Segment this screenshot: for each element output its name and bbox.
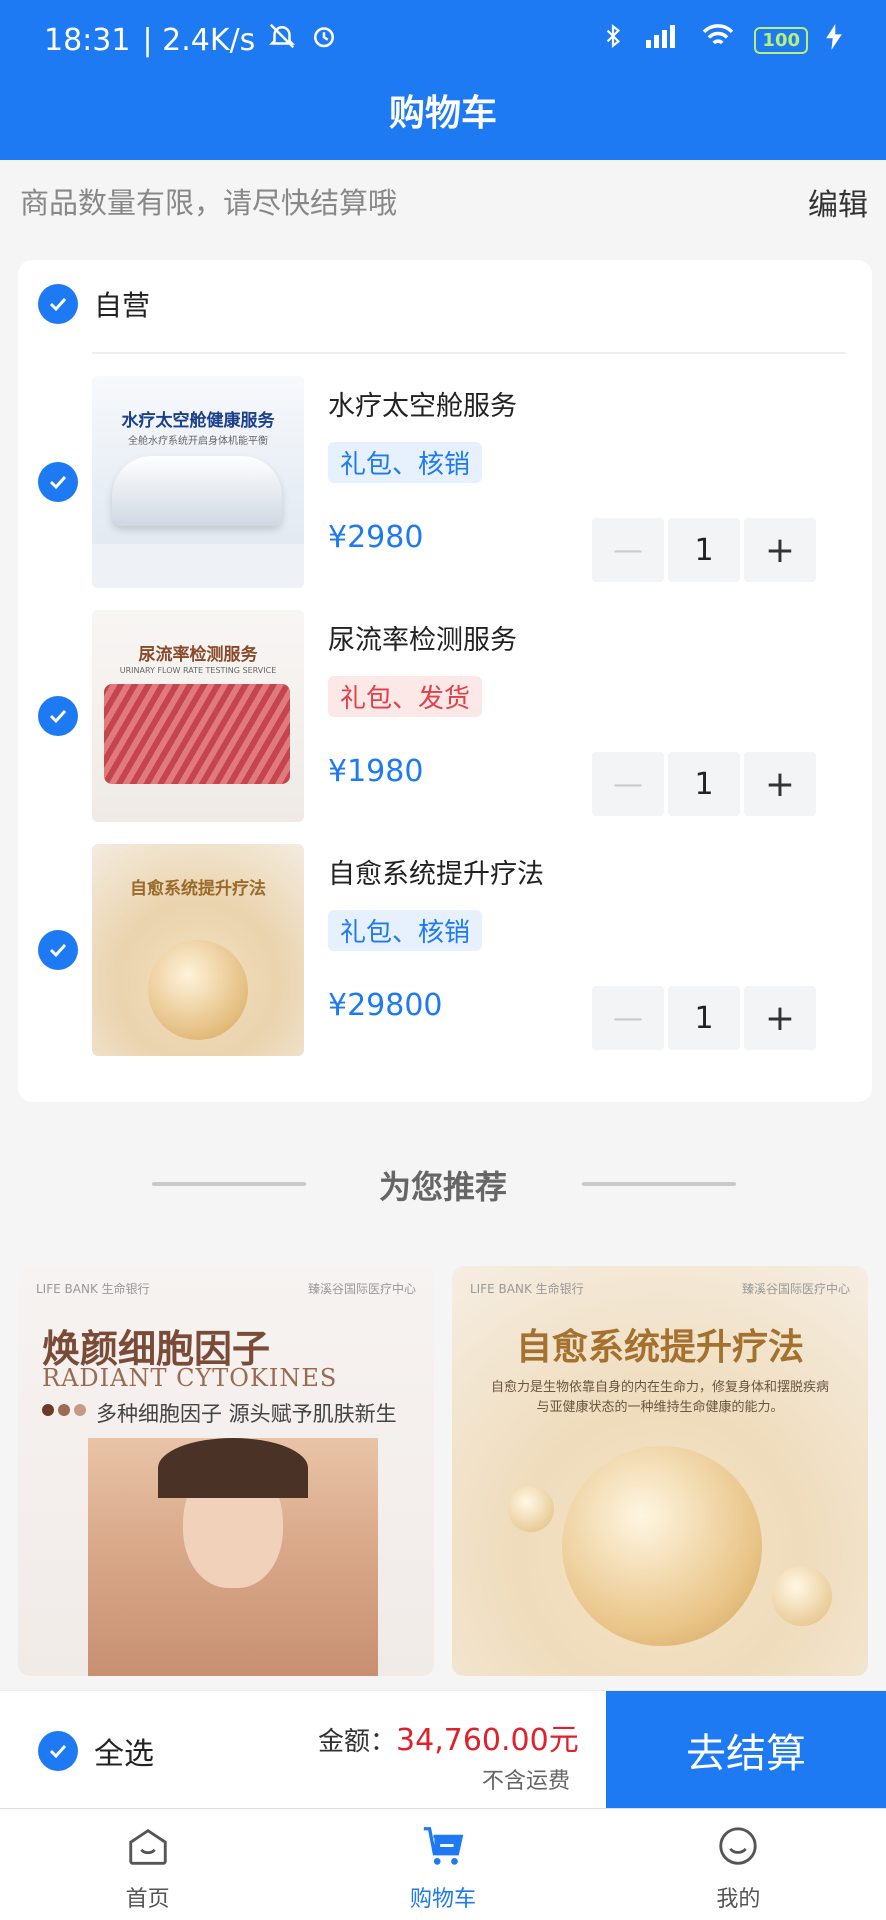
signal-icon [644, 22, 682, 58]
bell-off-icon [267, 21, 297, 59]
decrease-button[interactable]: — [592, 752, 664, 816]
bluetooth-icon [600, 21, 626, 59]
check-icon[interactable] [38, 462, 78, 502]
check-icon[interactable] [38, 284, 78, 324]
spa-capsule-illustration [112, 456, 282, 526]
status-speed: | 2.4K/s [142, 22, 256, 58]
wifi-icon [700, 22, 736, 58]
profile-icon [715, 1823, 761, 1875]
tab-bar: 首页 购物车 我的 [0, 1808, 886, 1920]
select-all[interactable]: 全选 [38, 1729, 154, 1773]
home-icon [125, 1823, 171, 1875]
stock-notice: 商品数量有限，请尽快结算哦 [20, 186, 398, 220]
tab-home[interactable]: 首页 [0, 1809, 295, 1920]
status-time: 18:31 [44, 22, 131, 58]
recommend-card-title: 自愈系统提升疗法 [515, 1327, 804, 1368]
product-image[interactable]: 自愈系统提升疗法 [92, 844, 304, 1056]
recommend-card-desc: 自愈力是生物依靠自身的内在生命力，修复身体和摆脱疾病与亚健康状态的一种维持生命健… [490, 1380, 829, 1415]
check-icon[interactable] [38, 696, 78, 736]
quantity-stepper: — 1 + [592, 752, 816, 816]
thumb-title: 水疗太空舱健康服务 [121, 411, 275, 431]
product-tag: 礼包、核销 [328, 910, 483, 951]
tab-label: 购物车 [409, 1887, 476, 1912]
amount-label: 金额： [318, 1727, 397, 1757]
edit-button[interactable]: 编辑 [808, 180, 868, 224]
checkout-bar: 全选 金额：34,760.00元 不含运费 去结算 [0, 1690, 886, 1809]
decrease-button[interactable]: — [592, 986, 664, 1050]
amount-value: 34,760.00元 [396, 1723, 579, 1758]
thumb-title: 尿流率检测服务 [138, 645, 258, 665]
increase-button[interactable]: + [744, 518, 816, 582]
charging-icon [826, 23, 842, 58]
decrease-button[interactable]: — [592, 518, 664, 582]
brand-logo: LIFE BANK 生命银行 [36, 1282, 150, 1296]
product-name[interactable]: 自愈系统提升疗法 [328, 852, 544, 891]
brand-logo: LIFE BANK 生命银行 [470, 1282, 584, 1296]
cart-item: 水疗太空舱健康服务 全舱水疗系统开启身体机能平衡 水疗太空舱服务 礼包、核销 ¥… [18, 376, 872, 588]
page-title: 购物车 [388, 93, 497, 134]
cart-icon [420, 1823, 466, 1875]
quantity-value[interactable]: 1 [668, 752, 740, 816]
alarm-icon [309, 21, 339, 59]
brand-center: 臻溪谷国际医疗中心 [307, 1282, 416, 1296]
increase-button[interactable]: + [744, 752, 816, 816]
recommend-card[interactable]: LIFE BANK 生命银行 臻溪谷国际医疗中心 焕颜细胞因子 RADIANT … [18, 1266, 434, 1676]
tissue-illustration [104, 684, 290, 784]
quantity-value[interactable]: 1 [668, 518, 740, 582]
header: 18:31 | 2.4K/s 100 购物车 [0, 0, 886, 160]
battery-indicator: 100 [754, 26, 808, 54]
cart-item: 自愈系统提升疗法 自愈系统提升疗法 礼包、核销 ¥29800 — 1 + [18, 844, 872, 1056]
quantity-stepper: — 1 + [592, 518, 816, 582]
product-price: ¥2980 [328, 520, 424, 555]
quantity-stepper: — 1 + [592, 986, 816, 1050]
product-name[interactable]: 水疗太空舱服务 [328, 384, 517, 423]
section-divider-right [582, 1182, 736, 1186]
store-name: 自营 [94, 289, 151, 322]
brand-center: 臻溪谷国际医疗中心 [741, 1282, 850, 1296]
store-row[interactable]: 自营 [38, 284, 150, 324]
recommend-card[interactable]: LIFE BANK 生命银行 臻溪谷国际医疗中心 自愈系统提升疗法 自愈力是生物… [452, 1266, 868, 1676]
recommend-card-desc: 多种细胞因子 源头赋予肌肤新生 [96, 1402, 397, 1426]
bubble-illustration [148, 940, 248, 1040]
cart-card: 自营 水疗太空舱健康服务 全舱水疗系统开启身体机能平衡 水疗太空舱服务 礼包、核… [18, 260, 872, 1102]
dots-decoration [42, 1404, 86, 1416]
status-bar: 18:31 | 2.4K/s 100 [0, 0, 886, 80]
product-image[interactable]: 尿流率检测服务 URINARY FLOW RATE TESTING SERVIC… [92, 610, 304, 822]
check-icon[interactable] [38, 1731, 78, 1771]
quantity-value[interactable]: 1 [668, 986, 740, 1050]
shipping-note: 不含运费 [482, 1769, 571, 1794]
product-price: ¥29800 [328, 988, 443, 1023]
tab-profile[interactable]: 我的 [591, 1809, 886, 1920]
cart-item: 尿流率检测服务 URINARY FLOW RATE TESTING SERVIC… [18, 610, 872, 822]
bubble-illustration [562, 1446, 762, 1646]
product-image[interactable]: 水疗太空舱健康服务 全舱水疗系统开启身体机能平衡 [92, 376, 304, 588]
small-bubble-illustration [508, 1486, 554, 1532]
product-price: ¥1980 [328, 754, 424, 789]
increase-button[interactable]: + [744, 986, 816, 1050]
thumb-subtitle: 全舱水疗系统开启身体机能平衡 [128, 436, 268, 447]
checkout-button[interactable]: 去结算 [606, 1691, 886, 1809]
recommend-title: 为您推荐 [378, 1168, 507, 1206]
tab-label: 首页 [125, 1887, 170, 1912]
small-bubble-illustration [772, 1566, 832, 1626]
thumb-subtitle: URINARY FLOW RATE TESTING SERVICE [119, 666, 277, 675]
portrait-image [88, 1438, 378, 1676]
total-amount: 金额：34,760.00元 [318, 1715, 579, 1759]
select-all-label: 全选 [94, 1737, 154, 1772]
tab-cart[interactable]: 购物车 [295, 1809, 590, 1920]
divider [92, 352, 846, 354]
product-tag: 礼包、发货 [328, 676, 483, 717]
thumb-title: 自愈系统提升疗法 [130, 879, 266, 899]
recommend-card-subtitle: RADIANT CYTOKINES [42, 1364, 338, 1392]
check-icon[interactable] [38, 930, 78, 970]
thumb-footer [92, 544, 304, 588]
tab-label: 我的 [716, 1887, 761, 1912]
hair-illustration [158, 1438, 308, 1498]
product-tag: 礼包、核销 [328, 442, 483, 483]
product-name[interactable]: 尿流率检测服务 [328, 618, 517, 657]
